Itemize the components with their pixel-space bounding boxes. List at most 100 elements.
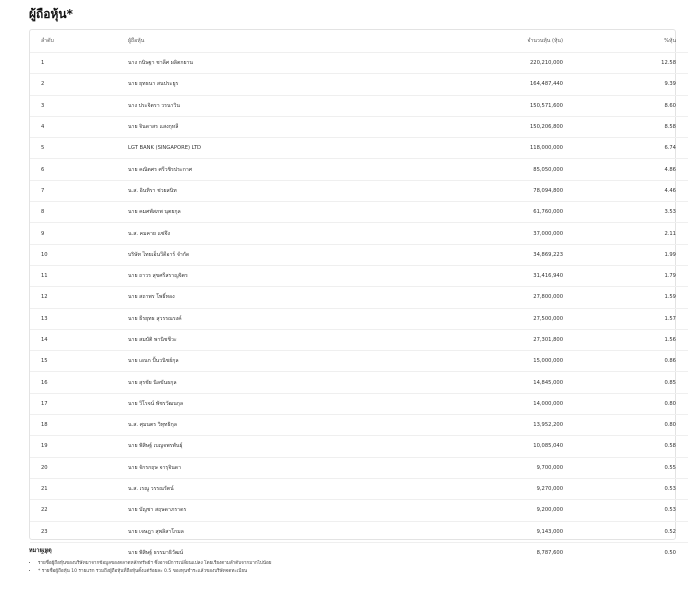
rank-cell: 14 [30,329,128,352]
share-count-cell: 27,301,800 [428,329,563,352]
table-row: 22 นาย บัญชา สฤษดาภราดร 9,200,000 0.53 [30,499,688,522]
share-count-cell: 34,869,223 [428,244,563,266]
share-percent-cell: 12.58 [563,52,688,75]
table-body: 1 นาง กนิษฐา ชาลีศ ผลิตกยาน 220,210,000 12.… [30,52,688,564]
rank-cell: 4 [30,116,128,139]
table-row: 1 นาง กนิษฐา ชาลีศ ผลิตกยาน 220,210,000 12.… [30,52,688,75]
table-row: 16 นาย สุรชัย นิลขันธกุล 14,845,000 0.85 [30,371,688,394]
shareholder-name-cell: นาย วีโรจน์ พัชรวัฒนกุล [128,393,428,416]
rank-cell: 9 [30,222,128,245]
notes-list: รายชื่อผู้ถือหุ้นของบริษัทมาจากข้อมูลของ… [29,560,669,576]
share-count-cell: 85,050,000 [428,158,563,181]
share-count-cell: 37,000,000 [428,222,563,245]
shareholder-name-cell: นาย คมศพัสภพ นุตยกุล [128,201,428,224]
table-row: 11 นาย ถาวร สุขศรีสราญจิตร 31,416,940 1.79 [30,265,688,288]
rank-cell: 5 [30,137,128,160]
share-count-cell: 9,270,000 [428,478,563,501]
share-percent-cell: 0.53 [563,478,688,501]
shareholder-name-cell: นาย ธีรยุทธ สุวรรณรงค์ [128,308,428,330]
shareholder-name-cell: นาย จักรกฤษ จารุจินดา [128,457,428,479]
rank-cell: 7 [30,180,128,203]
share-percent-cell: 8.60 [563,95,688,117]
table-row: 15 นาย เอนก ปั้นวนิชย์กุล 15,000,000 0.86 [30,350,688,373]
table-row: 7 น.ส. อินทิรา ช่วยสนิท 78,094,800 4.46 [30,180,688,203]
table-row: 3 นาง ประจิตรา วรนาวิน 150,571,600 8.60 [30,95,688,117]
table-row: 5 LGT BANK (SINGAPORE) LTD 118,000,000 6.74 [30,137,688,160]
shareholder-name-cell: น.ส. อินทิรา ช่วยสนิท [128,180,428,203]
rank-cell: 6 [30,158,128,181]
share-count-cell: 15,000,000 [428,350,563,373]
shareholder-name-cell: นาย บัญชา สฤษดาภราดร [128,499,428,522]
shareholder-name-cell: น.ส. ศุมนตร วิทุทธิกุล [128,414,428,437]
share-percent-cell: 8.58 [563,116,688,139]
share-percent-cell: 0.55 [563,457,688,479]
share-percent-cell: 3.53 [563,201,688,224]
share-count-cell: 27,800,000 [428,286,563,309]
share-count-cell: 220,210,000 [428,52,563,75]
share-count-cell: 9,143,000 [428,521,563,543]
table-row: 17 นาย วีโรจน์ พัชรวัฒนกุล 14,000,000 0.80 [30,393,688,416]
share-count-cell: 164,487,440 [428,73,563,96]
share-percent-cell: 4.86 [563,158,688,181]
share-percent-cell: 0.80 [563,393,688,416]
table-row: 23 นาย เจษฎา สุพลิสาโกมล 9,143,000 0.52 [30,521,688,543]
table-row: 6 นาย คณิตศร ศรีวชิรประกาศ 85,050,000 4.86 [30,158,688,181]
share-percent-cell: 1.56 [563,329,688,352]
share-percent-cell: 1.59 [563,286,688,309]
table-row: 12 นาย สถาพร โพธิ์ทอง 27,800,000 1.59 [30,286,688,309]
share-count-cell: 150,206,800 [428,116,563,139]
table-row: 13 นาย ธีรยุทธ สุวรรณรงค์ 27,500,000 1.57 [30,308,688,330]
rank-cell: 22 [30,499,128,522]
rank-cell: 1 [30,52,128,75]
shareholder-name-cell: นาง กนิษฐา ชาลีศ ผลิตกยาน [128,52,428,75]
share-percent-cell: 0.86 [563,350,688,373]
table-row: 18 น.ส. ศุมนตร วิทุทธิกุล 13,952,200 0.80 [30,414,688,437]
notes-item: * รายชื่อผู้ถือหุ้น 10 รายแรก รวมถึงผู้ถ… [38,568,669,576]
shareholders-table-card: ลำดับ ผู้ถือหุ้น จำนวนหุ้น (หุ้น) %หุ้น … [29,29,688,556]
shareholder-name-cell: นาย เอนก ปั้นวนิชย์กุล [128,350,428,373]
shareholders-page: ผู้ถือหุ้น* ลำดับ ผู้ถือหุ้น จำนวนหุ้น (… [0,0,690,593]
rank-cell: 15 [30,350,128,373]
rank-cell: 3 [30,95,128,117]
share-percent-cell: 0.52 [563,521,688,543]
table-row: 9 น.ส. คมคาย แซ่จึง 37,000,000 2.11 [30,222,688,245]
notes-section: หมายเหตุ รายชื่อผู้ถือหุ้นของบริษัทมาจาก… [29,547,669,576]
table-row: 8 นาย คมศพัสภพ นุตยกุล 61,760,000 3.53 [30,201,688,224]
share-count-cell: 27,500,000 [428,308,563,330]
share-count-cell: 78,094,800 [428,180,563,203]
table-row: 14 นาย สมบัติ พานิชชีวะ 27,301,800 1.56 [30,329,688,352]
shareholder-name-cell: นาย คณิตศร ศรีวชิรประกาศ [128,158,428,181]
rank-cell: 16 [30,371,128,394]
shareholder-name-cell: LGT BANK (SINGAPORE) LTD [128,137,428,160]
table-row: 20 นาย จักรกฤษ จารุจินดา 9,700,000 0.55 [30,457,688,479]
notes-item: รายชื่อผู้ถือหุ้นของบริษัทมาจากข้อมูลของ… [38,560,669,568]
share-percent-cell: 0.80 [563,414,688,437]
header-share-percent: %หุ้น [563,30,688,53]
share-percent-cell: 0.85 [563,371,688,394]
rank-cell: 17 [30,393,128,416]
share-count-cell: 14,845,000 [428,371,563,394]
shareholder-name-cell: บริษัท ไทยเอ็นวีดีอาร์ จำกัด [128,244,428,266]
rank-cell: 10 [30,244,128,266]
share-percent-cell: 1.57 [563,308,688,330]
table-row: 21 น.ส. เรณู วรรณรัตน์ 9,270,000 0.53 [30,478,688,501]
share-count-cell: 9,200,000 [428,499,563,522]
share-percent-cell: 1.99 [563,244,688,266]
share-percent-cell: 2.11 [563,222,688,245]
shareholder-name-cell: นาง ประจิตรา วรนาวิน [128,95,428,117]
shareholder-name-cell: น.ส. เรณู วรรณรัตน์ [128,478,428,501]
rank-cell: 20 [30,457,128,479]
shareholder-name-cell: นาย สุรชัย นิลขันธกุล [128,371,428,394]
notes-title: หมายเหตุ [29,548,52,554]
shareholders-table: ลำดับ ผู้ถือหุ้น จำนวนหุ้น (หุ้น) %หุ้น … [30,30,688,563]
share-count-cell: 61,760,000 [428,201,563,224]
header-share-count: จำนวนหุ้น (หุ้น) [428,30,563,53]
shareholder-name-cell: นาย สมบัติ พานิชชีวะ [128,329,428,352]
shareholder-name-cell: นาย พิสิษฐ์ เบญจพรพันธุ์ [128,435,428,458]
header-shareholder: ผู้ถือหุ้น [128,30,428,53]
rank-cell: 12 [30,286,128,309]
share-count-cell: 150,571,600 [428,95,563,117]
rank-cell: 23 [30,521,128,543]
share-count-cell: 13,952,200 [428,414,563,437]
rank-cell: 2 [30,73,128,96]
